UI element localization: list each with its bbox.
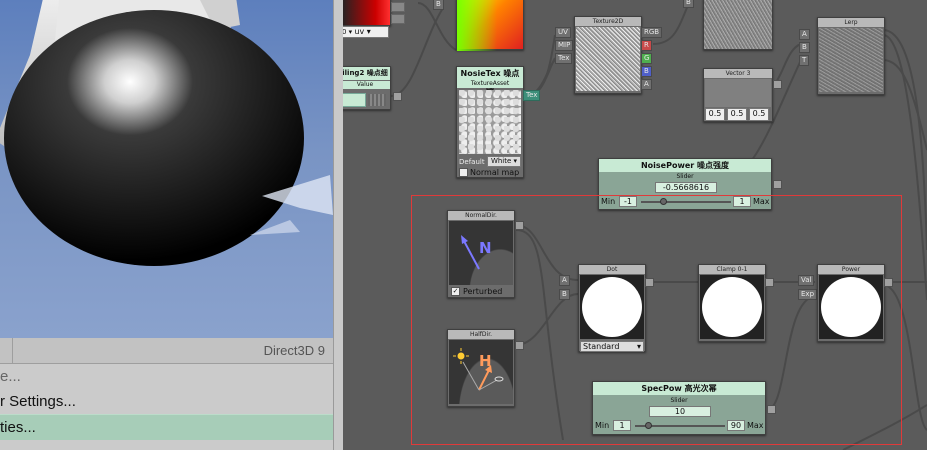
spec-pow-min-field[interactable]: 1 [613,420,631,431]
lerp-preview [819,28,883,92]
dot-input-b[interactable]: B [559,289,570,300]
clamp-node[interactable]: Clamp 0-1 [698,264,766,342]
tex2d-output-a[interactable]: A [641,79,652,90]
power-input-val[interactable]: Val [798,275,815,286]
render-api-label: Direct3D 9 [263,343,325,358]
half-vector-icon [453,348,504,391]
spec-pow-slider-node[interactable]: SpecPow 高光次幂 Slider 10 Min 1 90 Max [592,381,766,435]
node-title: Dot [579,265,645,274]
uv-channel-select[interactable]: 0 ▾ uv ▾ [343,26,389,38]
default-texture-select[interactable]: White ▾ [487,156,521,167]
tex2d-output-rgb[interactable]: RGB [641,27,663,38]
power-preview [819,275,883,339]
texture2d-preview [576,27,640,91]
node-graph-canvas[interactable]: 0 ▾ uv ▾ B iling2 噪点细 Value NosieTex 噪点图… [343,0,927,450]
spec-pow-output-pin[interactable] [767,405,776,414]
power-input-exp[interactable]: Exp [798,289,818,300]
lerp-input-t[interactable]: T [799,55,810,66]
tex2d-input-uv[interactable]: UV [555,27,571,38]
tex2d-input-tex[interactable]: Tex [555,53,573,64]
half-dir-output-pin[interactable] [515,341,524,350]
menu-item-settings[interactable]: r Settings... [0,389,333,415]
preview-scene [0,0,333,266]
tiling-node[interactable]: iling2 噪点细 Value [343,66,391,110]
tex2d-output-r[interactable]: R [641,40,652,51]
node-title: NormalDir. [448,211,514,220]
dot-input-a[interactable]: A [559,275,570,286]
tex2d-input-mip[interactable]: MIP [555,40,574,51]
vector3-output-pin[interactable] [773,80,782,89]
node-title: SpecPow 高光次幂 [593,382,765,395]
color-swatch-node[interactable] [343,0,391,26]
node-title: Lerp [818,18,884,27]
node-title: HalfDir. [448,330,514,339]
vector3-z-field[interactable]: 0.5 [749,108,769,121]
node-title: Clamp 0-1 [699,265,765,274]
dot-mode-select[interactable]: Standard ▾ [580,341,644,352]
tex2d-output-g[interactable]: G [641,53,653,64]
normal-dir-node[interactable]: NormalDir. N ✓ Perturbed [447,210,515,298]
spec-pow-max-field[interactable]: 90 [727,420,745,431]
mesh-sphere [4,10,304,266]
texture2d-node[interactable]: Texture2D [574,16,642,94]
node-title: Texture2D [575,17,641,26]
normal-map-checkbox[interactable] [459,168,468,177]
context-menu-panel: Direct3D 9 e... r Settings... ties... [0,338,333,450]
perturbed-checkbox[interactable]: ✓ [451,287,460,296]
clamp-output-pin[interactable] [765,278,774,287]
gradient-preview-node[interactable] [456,0,524,51]
tiling-value-field[interactable] [343,93,366,107]
vector3-x-field[interactable]: 0.5 [705,108,725,121]
vector3-y-field[interactable]: 0.5 [727,108,747,121]
noise-texture-preview [459,90,521,154]
lerp-node[interactable]: Lerp [817,17,885,95]
node-title: Power [818,265,884,274]
noise-texture-asset-node[interactable]: NosieTex 噪点图 TextureAsset Default White … [456,66,524,178]
menu-item-properties[interactable]: ties... [0,414,333,440]
noise-power-output-pin[interactable] [773,180,782,189]
node-title: Vector 3 [704,69,772,78]
half-dir-preview: H [449,340,513,404]
half-dir-node[interactable]: HalfDir. H [447,329,515,407]
dot-output-pin[interactable] [645,278,654,287]
menu-item-1[interactable]: e... [0,364,333,390]
dot-node[interactable]: Dot Standard ▾ [578,264,646,352]
app-window: Direct3D 9 e... r Settings... ties... 0 … [0,0,927,450]
splitter-handle[interactable] [333,0,343,450]
dot-preview [580,275,644,339]
lerp-input-a[interactable]: A [799,29,810,40]
panel-header: Direct3D 9 [0,338,333,364]
lerp-input-b[interactable]: B [799,42,810,53]
tex2d-output-b[interactable]: B [641,66,652,77]
noise-power-value[interactable]: -0.5668616 [655,182,717,193]
normal-dir-output-pin[interactable] [515,221,524,230]
tiling-output-pin[interactable] [393,92,402,101]
3d-preview-viewport[interactable] [0,0,333,338]
power-output-pin[interactable] [884,278,893,287]
vector3-node[interactable]: Vector 3 0.5 0.5 0.5 [703,68,773,122]
normal-dir-preview: N [449,221,513,285]
clamp-preview [700,275,764,339]
node-title: NosieTex 噪点图 [457,67,523,91]
spec-pow-value[interactable]: 10 [649,406,711,417]
node-title: iling2 噪点细 [343,67,390,80]
tex-output-port[interactable]: Tex [523,90,541,101]
node-title: NoisePower 噪点强度 [599,159,771,172]
power-node[interactable]: Power [817,264,885,342]
noise-preview-node[interactable] [703,0,773,50]
spec-pow-thumb[interactable] [645,422,652,429]
